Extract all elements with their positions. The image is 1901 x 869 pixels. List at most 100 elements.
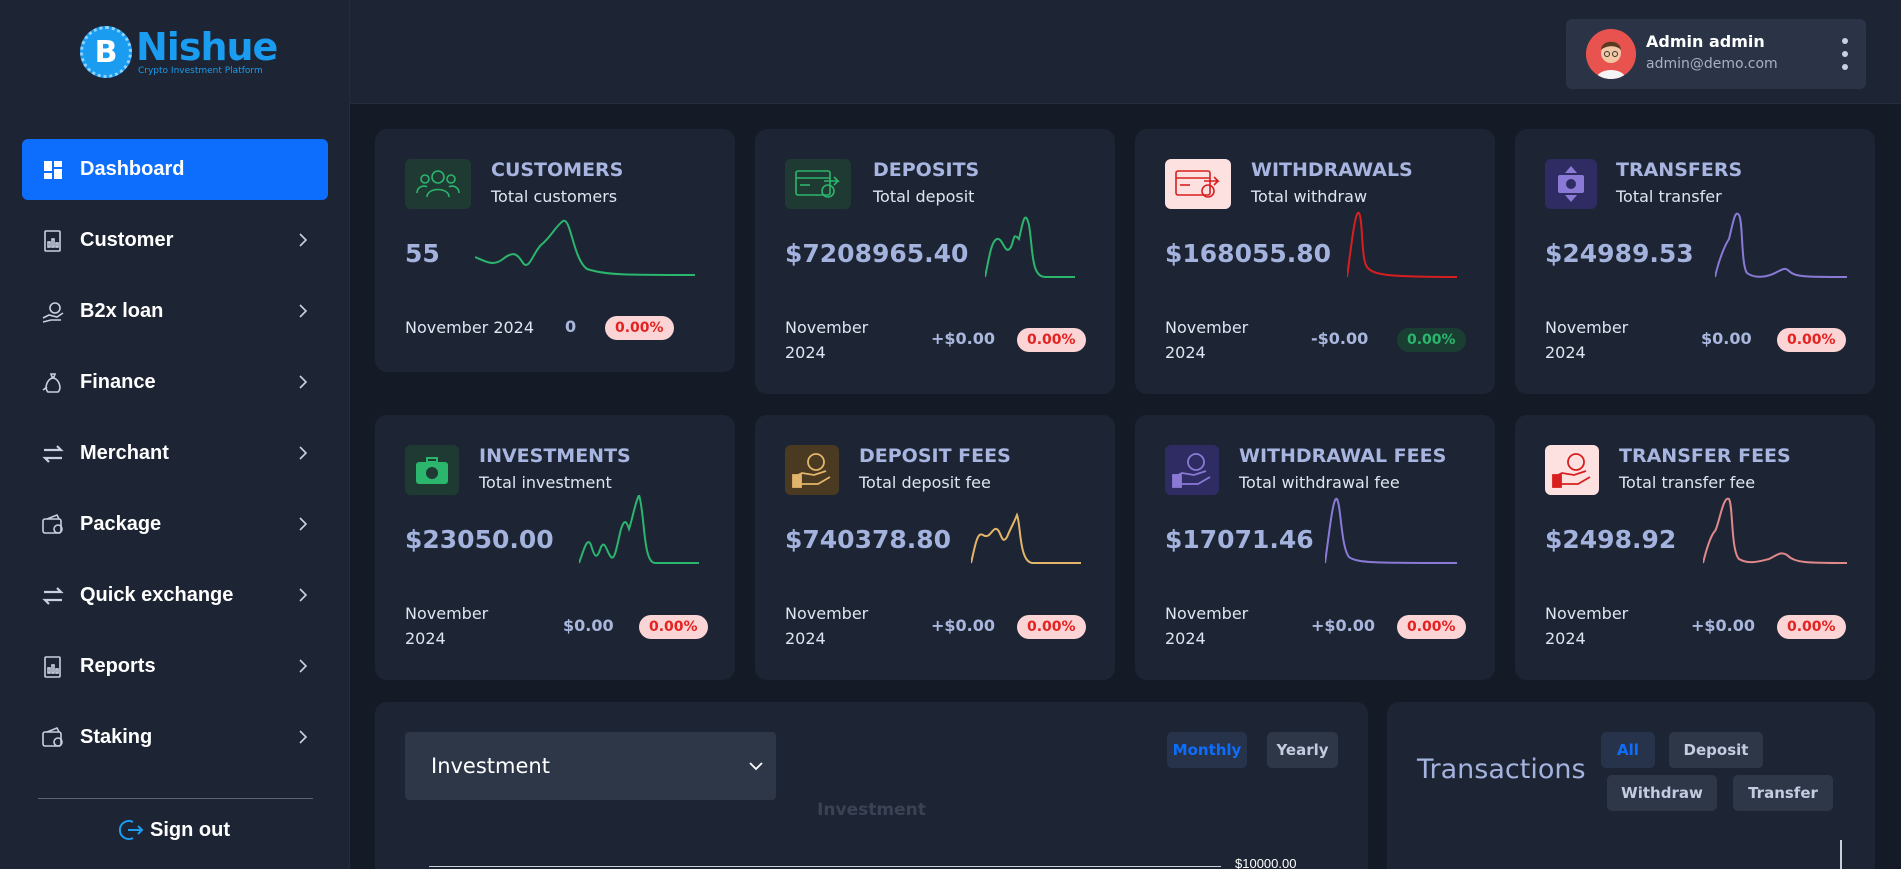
sidebar-item-b2x-loan[interactable]: B2x loan	[22, 281, 328, 342]
card-delta: $0.00	[563, 616, 614, 635]
deposit-card-icon	[785, 159, 851, 209]
card-period: November 2024	[405, 318, 535, 337]
sidebar-item-reports[interactable]: Reports	[22, 636, 328, 697]
card-delta: +$0.00	[1311, 616, 1376, 635]
card-delta: +$0.00	[931, 616, 996, 635]
chevron-right-icon	[299, 588, 308, 602]
sidebar-item-staking[interactable]: Staking	[22, 707, 328, 768]
withdraw-card-icon	[1165, 159, 1231, 209]
card-period: November 2024	[1545, 318, 1629, 362]
hand-coin-icon	[1165, 445, 1219, 495]
card-subtitle: Total withdrawal fee	[1239, 473, 1400, 492]
reports-icon	[40, 654, 66, 680]
user-email: admin@demo.com	[1646, 56, 1778, 72]
sparkline-chart	[475, 219, 695, 276]
bitcoin-icon: B	[80, 26, 132, 78]
sparkline-chart	[1703, 497, 1847, 564]
change-badge: 0.00%	[639, 615, 708, 639]
card-title: WITHDRAWAL FEES	[1239, 445, 1447, 467]
chevron-down-icon	[749, 762, 763, 771]
stat-card-deposit-fees: DEPOSIT FEES Total deposit fee $740378.8…	[755, 415, 1115, 680]
card-delta: 0	[565, 317, 577, 336]
hand-coin-icon	[785, 445, 839, 495]
brand-logo[interactable]: B Nishue Crypto Investment Platform	[80, 26, 278, 78]
card-title: CUSTOMERS	[491, 159, 624, 181]
chevron-right-icon	[299, 446, 308, 460]
staking-icon	[40, 725, 66, 751]
sidebar-item-dashboard[interactable]: Dashboard	[22, 139, 328, 200]
card-period: November 2024	[1165, 318, 1249, 362]
stat-card-transfers: TRANSFERS Total transfer $24989.53 Novem…	[1515, 129, 1875, 394]
exchange-arrows-icon	[40, 583, 66, 609]
transactions-panel: Transactions All Deposit Withdraw Transf…	[1387, 702, 1875, 869]
card-value: $23050.00	[405, 525, 554, 554]
card-title: WITHDRAWALS	[1251, 159, 1413, 181]
card-subtitle: Total customers	[491, 187, 618, 206]
more-options-icon[interactable]	[1842, 38, 1848, 70]
sidebar-item-label: Merchant	[80, 442, 169, 464]
card-value: $17071.46	[1165, 525, 1314, 554]
sidebar-item-finance[interactable]: Finance	[22, 352, 328, 413]
customer-icon	[40, 228, 66, 254]
change-badge: 0.00%	[1397, 615, 1466, 639]
package-icon	[40, 512, 66, 538]
exchange-arrows-icon	[40, 441, 66, 467]
filter-deposit[interactable]: Deposit	[1669, 732, 1763, 768]
filter-transfer[interactable]: Transfer	[1733, 775, 1833, 811]
sidebar-item-label: Reports	[80, 655, 156, 677]
chart-title: Investment	[817, 800, 926, 820]
customers-icon	[405, 159, 471, 209]
card-subtitle: Total withdraw	[1251, 187, 1368, 206]
card-title: TRANSFERS	[1616, 159, 1743, 181]
sign-out-label: Sign out	[150, 818, 230, 841]
sidebar-item-package[interactable]: Package	[22, 494, 328, 555]
y-axis-tick-label: $10000.00	[1235, 856, 1297, 869]
sidebar-nav: Dashboard Customer B2x loan Finance Merc…	[22, 139, 328, 778]
user-profile-card[interactable]: Admin admin admin@demo.com	[1566, 19, 1866, 89]
transfer-icon	[1545, 159, 1597, 209]
stat-card-investments: INVESTMENTS Total investment $23050.00 N…	[375, 415, 735, 680]
card-value: 55	[405, 239, 440, 268]
chevron-right-icon	[299, 375, 308, 389]
sidebar-item-merchant[interactable]: Merchant	[22, 423, 328, 484]
stat-card-transfer-fees: TRANSFER FEES Total transfer fee $2498.9…	[1515, 415, 1875, 680]
chevron-right-icon	[299, 659, 308, 673]
finance-icon	[40, 370, 66, 396]
chart-gridline	[429, 866, 1221, 867]
sidebar-item-customer[interactable]: Customer	[22, 210, 328, 271]
briefcase-money-icon	[405, 445, 459, 495]
scrollbar[interactable]	[1840, 840, 1842, 869]
sparkline-chart	[1325, 497, 1457, 564]
chart-type-select[interactable]: Investment	[405, 732, 776, 800]
stat-card-customers: CUSTOMERS Total customers 55 November 20…	[375, 129, 735, 372]
card-value: $740378.80	[785, 525, 952, 554]
card-delta: $0.00	[1701, 329, 1752, 348]
sparkline-chart	[579, 495, 699, 564]
card-value: $7208965.40	[785, 239, 969, 268]
sparkline-chart	[1715, 212, 1847, 278]
change-badge: 0.00%	[605, 316, 674, 340]
tab-monthly[interactable]: Monthly	[1167, 732, 1247, 768]
sign-out-icon	[118, 820, 144, 840]
brand-tagline: Crypto Investment Platform	[138, 66, 263, 76]
card-subtitle: Total deposit fee	[859, 473, 991, 492]
hand-coin-icon	[1545, 445, 1599, 495]
card-period: November 2024	[785, 318, 869, 362]
sidebar-item-quick-exchange[interactable]: Quick exchange	[22, 565, 328, 626]
chevron-right-icon	[299, 233, 308, 247]
chevron-right-icon	[299, 517, 308, 531]
filter-all[interactable]: All	[1601, 732, 1655, 768]
sparkline-chart	[1347, 211, 1457, 278]
sidebar-divider	[38, 798, 313, 799]
sidebar-item-label: Dashboard	[80, 158, 185, 180]
card-value: $24989.53	[1545, 239, 1694, 268]
investment-chart-panel: Investment Monthly Yearly Investment $10…	[375, 702, 1368, 869]
filter-withdraw[interactable]: Withdraw	[1607, 775, 1717, 811]
card-title: INVESTMENTS	[479, 445, 631, 467]
card-subtitle: Total transfer fee	[1619, 473, 1756, 492]
sign-out-button[interactable]: Sign out	[118, 818, 230, 842]
stat-card-deposits: DEPOSITS Total deposit $7208965.40 Novem…	[755, 129, 1115, 394]
card-delta: +$0.00	[931, 329, 996, 348]
change-badge: 0.00%	[1397, 328, 1466, 352]
tab-yearly[interactable]: Yearly	[1267, 732, 1338, 768]
